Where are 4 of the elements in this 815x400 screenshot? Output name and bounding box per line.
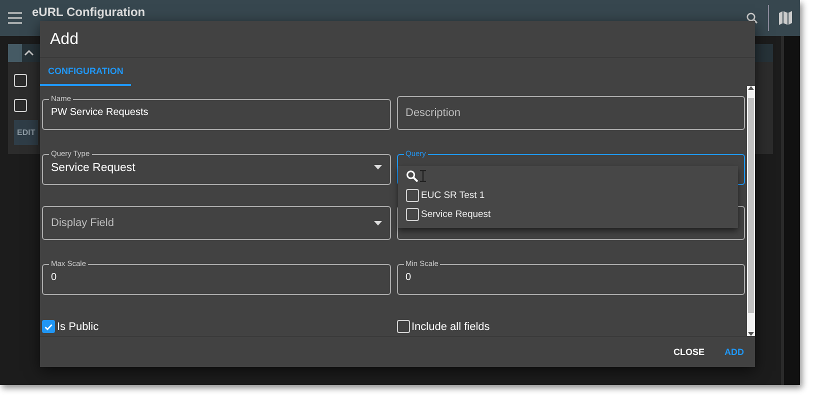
checkbox-label: Is Public — [57, 320, 99, 332]
dialog-title: Add — [40, 21, 755, 58]
app-title: eURL Configuration — [32, 5, 146, 19]
checkbox-label: Include all fields — [412, 320, 490, 332]
